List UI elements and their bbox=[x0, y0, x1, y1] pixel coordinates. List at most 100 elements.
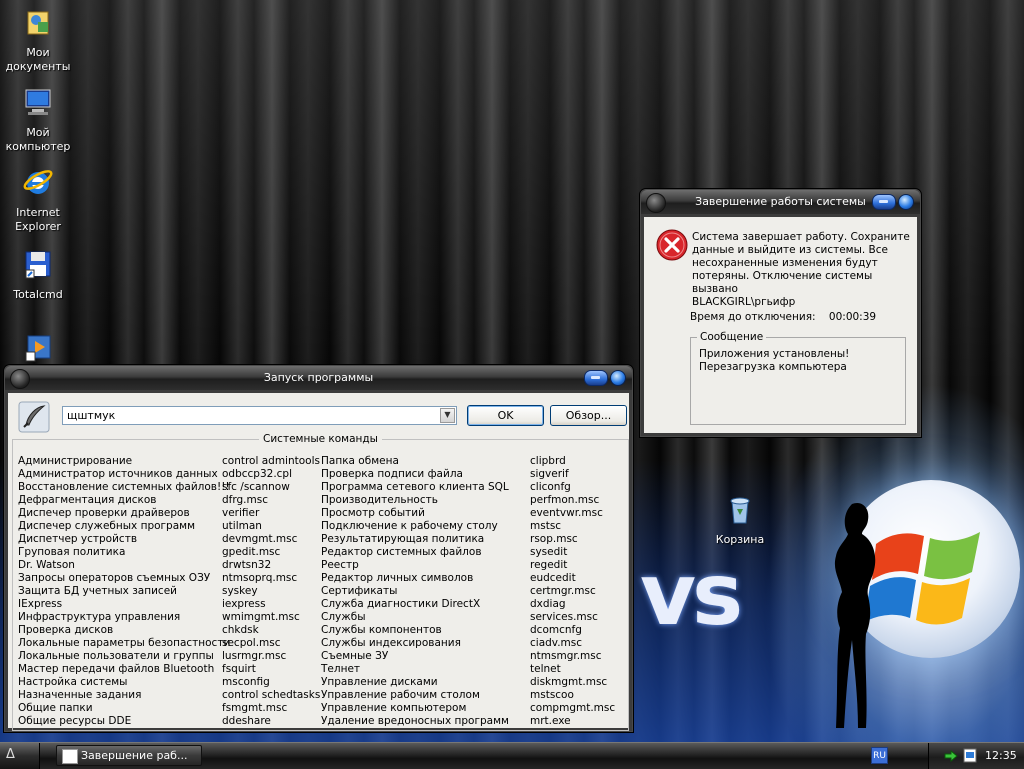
command-list-item[interactable]: syskey bbox=[222, 585, 320, 598]
command-list-item[interactable]: Служба диагностики DirectX bbox=[321, 598, 509, 611]
command-list-item[interactable]: iexpress bbox=[222, 598, 320, 611]
command-list-item[interactable]: Настройка системы bbox=[18, 676, 230, 689]
command-list-item[interactable]: Груповая политика bbox=[18, 546, 230, 559]
command-list-item[interactable]: ntmsoprq.msc bbox=[222, 572, 320, 585]
command-list-item[interactable]: control schedtasks bbox=[222, 689, 320, 702]
command-list-item[interactable]: Диспечер служебных программ bbox=[18, 520, 230, 533]
command-list-item[interactable]: sigverif bbox=[530, 468, 615, 481]
command-list-item[interactable]: mrt.exe bbox=[530, 715, 615, 728]
command-list-item[interactable]: Управление рабочим столом bbox=[321, 689, 509, 702]
command-list-item[interactable]: fsmgmt.msc bbox=[222, 702, 320, 715]
network-icon[interactable] bbox=[943, 748, 959, 764]
command-list-item[interactable]: Производительность bbox=[321, 494, 509, 507]
shutdown-dialog-titlebar[interactable]: Завершение работы системы bbox=[641, 190, 920, 214]
command-list-item[interactable]: dxdiag bbox=[530, 598, 615, 611]
desktop-icon-totalcmd[interactable]: Totalcmd bbox=[0, 248, 76, 302]
command-list-item[interactable]: regedit bbox=[530, 559, 615, 572]
command-list-item[interactable]: Проверка дисков bbox=[18, 624, 230, 637]
run-command-combobox[interactable]: ▼ bbox=[62, 406, 457, 425]
minimize-button[interactable] bbox=[584, 370, 608, 386]
window-menu-orb-icon[interactable] bbox=[646, 193, 666, 213]
command-list-item[interactable]: wmimgmt.msc bbox=[222, 611, 320, 624]
command-list-item[interactable]: odbccp32.cpl bbox=[222, 468, 320, 481]
command-list-item[interactable]: Удаление вредоносных программ bbox=[321, 715, 509, 728]
run-dialog-titlebar[interactable]: Запуск программы bbox=[5, 366, 632, 390]
command-list-item[interactable]: services.msc bbox=[530, 611, 615, 624]
command-list-item[interactable]: Назначенные задания bbox=[18, 689, 230, 702]
command-list-item[interactable]: clipbrd bbox=[530, 455, 615, 468]
command-list-item[interactable]: utilman bbox=[222, 520, 320, 533]
command-list-item[interactable]: IExpress bbox=[18, 598, 230, 611]
chevron-down-icon[interactable]: ▼ bbox=[440, 408, 455, 423]
command-list-item[interactable]: Восстановление системных файлов!!! bbox=[18, 481, 230, 494]
command-list-item[interactable]: Дефрагментация дисков bbox=[18, 494, 230, 507]
run-command-input[interactable] bbox=[63, 407, 437, 424]
close-button[interactable] bbox=[610, 370, 626, 386]
close-button[interactable] bbox=[898, 194, 914, 210]
command-list-item[interactable]: Программа сетевого клиента SQL bbox=[321, 481, 509, 494]
language-indicator[interactable]: RU bbox=[871, 747, 888, 764]
command-list-item[interactable]: Службы компонентов bbox=[321, 624, 509, 637]
command-list-item[interactable]: Защита БД учетных записей bbox=[18, 585, 230, 598]
command-list-item[interactable]: Сертификаты bbox=[321, 585, 509, 598]
command-list-item[interactable]: Администрирование bbox=[18, 455, 230, 468]
command-list-item[interactable]: Диспетчер устройств bbox=[18, 533, 230, 546]
command-list-item[interactable]: Локальные пользователи и группы bbox=[18, 650, 230, 663]
command-list-item[interactable]: dcomcnfg bbox=[530, 624, 615, 637]
command-list-item[interactable]: certmgr.msc bbox=[530, 585, 615, 598]
command-list-item[interactable]: rsop.msc bbox=[530, 533, 615, 546]
command-list-item[interactable]: Телнет bbox=[321, 663, 509, 676]
desktop-icon-my-documents[interactable]: Мои документы bbox=[0, 6, 76, 74]
command-list-item[interactable]: Запросы операторов съемных ОЗУ bbox=[18, 572, 230, 585]
command-list-item[interactable]: ddeshare bbox=[222, 715, 320, 728]
command-list-item[interactable]: devmgmt.msc bbox=[222, 533, 320, 546]
command-list-item[interactable]: diskmgmt.msc bbox=[530, 676, 615, 689]
command-list-item[interactable]: secpol.msc bbox=[222, 637, 320, 650]
desktop-icon-my-computer[interactable]: Мой компьютер bbox=[0, 86, 76, 154]
command-list-item[interactable]: ciadv.msc bbox=[530, 637, 615, 650]
command-list-item[interactable]: dfrg.msc bbox=[222, 494, 320, 507]
command-list-item[interactable]: chkdsk bbox=[222, 624, 320, 637]
command-list-item[interactable]: Проверка подписи файла bbox=[321, 468, 509, 481]
command-list-item[interactable]: Мастер передачи файлов Bluetooth bbox=[18, 663, 230, 676]
command-list-item[interactable]: Службы индексирования bbox=[321, 637, 509, 650]
ok-button[interactable]: OK bbox=[467, 405, 544, 426]
command-list-item[interactable]: eventvwr.msc bbox=[530, 507, 615, 520]
command-list-item[interactable]: fsquirt bbox=[222, 663, 320, 676]
command-list-item[interactable]: lusrmgr.msc bbox=[222, 650, 320, 663]
command-list-item[interactable]: verifier bbox=[222, 507, 320, 520]
command-list-item[interactable]: Результатирующая политика bbox=[321, 533, 509, 546]
command-list-item[interactable]: telnet bbox=[530, 663, 615, 676]
command-list-item[interactable]: Съемные ЗУ bbox=[321, 650, 509, 663]
command-list-item[interactable]: control admintools bbox=[222, 455, 320, 468]
desktop-icon-recycle-bin[interactable]: Корзина bbox=[702, 493, 778, 547]
command-list-item[interactable]: perfmon.msc bbox=[530, 494, 615, 507]
taskbar-item-shutdown[interactable]: Завершение раб... bbox=[56, 745, 202, 766]
command-list-item[interactable]: msconfig bbox=[222, 676, 320, 689]
command-list-item[interactable]: Локальные параметры безопастности bbox=[18, 637, 230, 650]
window-menu-orb-icon[interactable] bbox=[10, 369, 30, 389]
command-list-item[interactable]: sfc /scannow bbox=[222, 481, 320, 494]
command-list-item[interactable]: mstscoo bbox=[530, 689, 615, 702]
command-list-item[interactable]: eudcedit bbox=[530, 572, 615, 585]
command-list-item[interactable]: ntmsmgr.msc bbox=[530, 650, 615, 663]
start-button[interactable]: Δ bbox=[0, 743, 40, 769]
command-list-item[interactable]: Общие папки bbox=[18, 702, 230, 715]
command-list-item[interactable]: compmgmt.msc bbox=[530, 702, 615, 715]
command-list-item[interactable]: drwtsn32 bbox=[222, 559, 320, 572]
command-list-item[interactable]: Редактор системных файлов bbox=[321, 546, 509, 559]
browse-button[interactable]: Обзор... bbox=[550, 405, 627, 426]
command-list-item[interactable]: Реестр bbox=[321, 559, 509, 572]
command-list-item[interactable]: Инфраструктура управления bbox=[18, 611, 230, 624]
command-list-item[interactable]: Dr. Watson bbox=[18, 559, 230, 572]
command-list-item[interactable]: Общие ресурсы DDE bbox=[18, 715, 230, 728]
desktop-icon-internet-explorer[interactable]: Internet Explorer bbox=[0, 166, 76, 234]
command-list-item[interactable]: cliconfg bbox=[530, 481, 615, 494]
command-list-item[interactable]: Редактор личных символов bbox=[321, 572, 509, 585]
command-list-item[interactable]: Папка обмена bbox=[321, 455, 509, 468]
display-icon[interactable] bbox=[963, 748, 977, 763]
command-list-item[interactable]: Управление компьютером bbox=[321, 702, 509, 715]
command-list-item[interactable]: Просмотр событий bbox=[321, 507, 509, 520]
command-list-item[interactable]: Администратор источников данных bbox=[18, 468, 230, 481]
command-list-item[interactable]: gpedit.msc bbox=[222, 546, 320, 559]
